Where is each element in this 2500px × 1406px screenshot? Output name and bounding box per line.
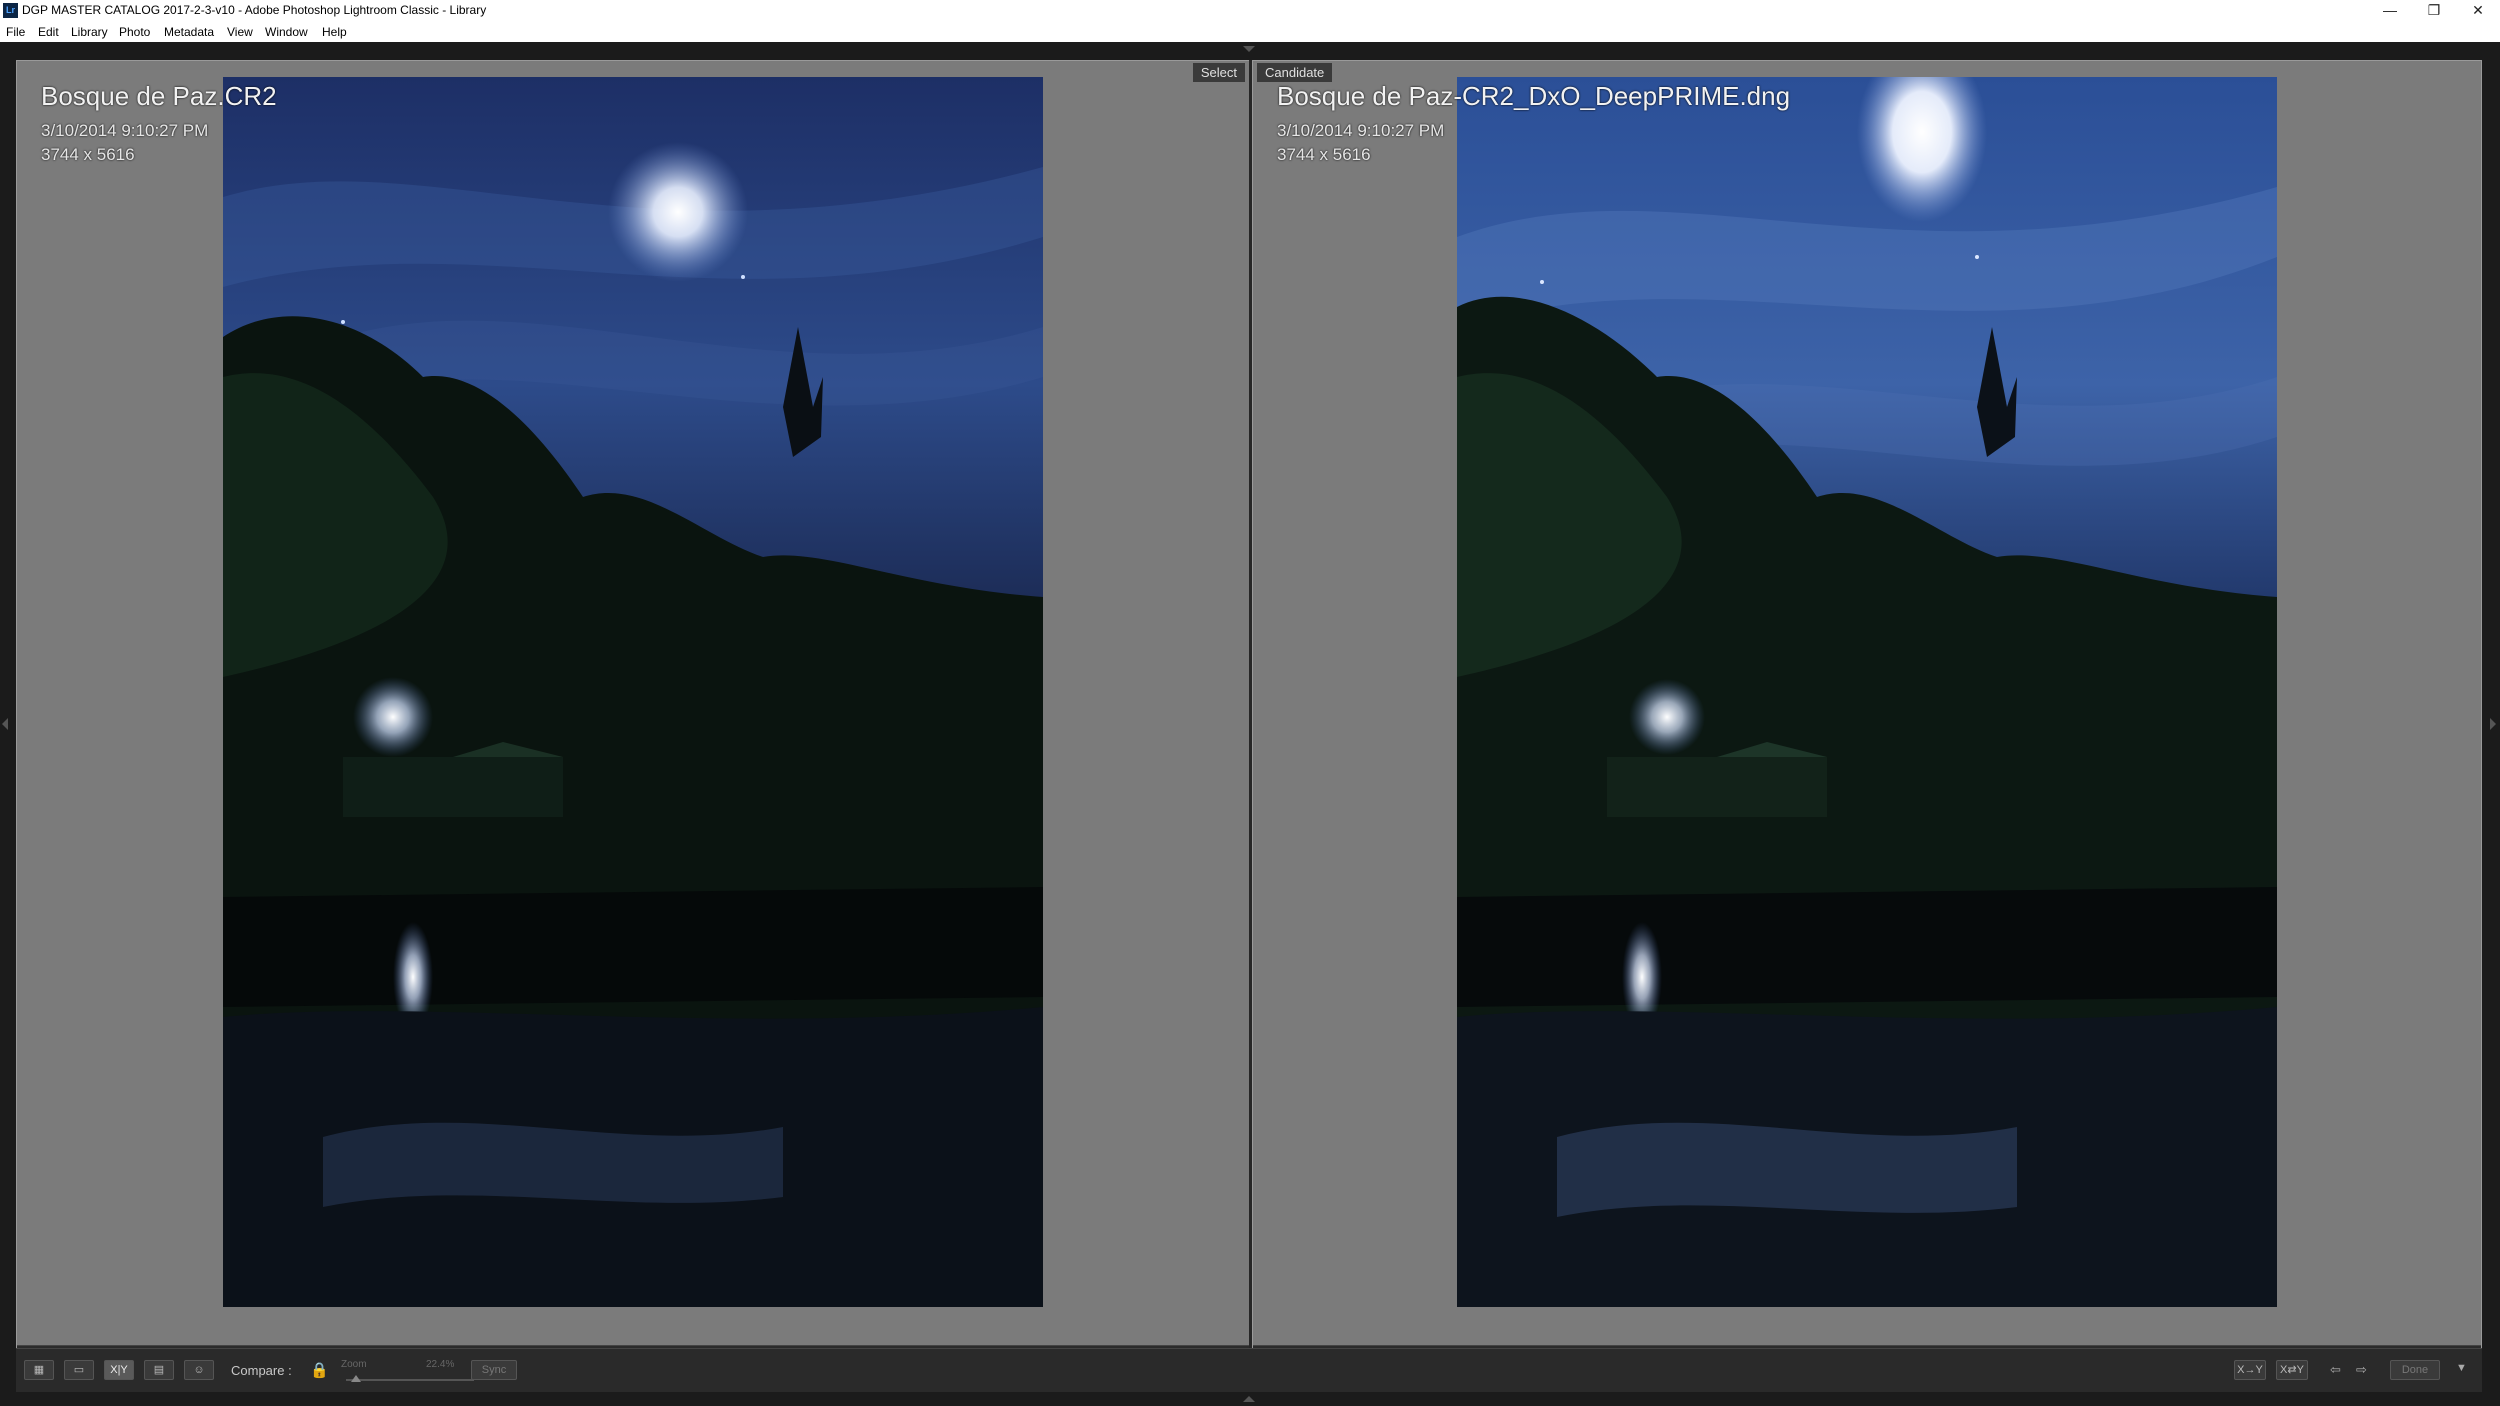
sync-button[interactable]: Sync bbox=[471, 1360, 517, 1380]
done-button[interactable]: Done bbox=[2390, 1360, 2440, 1380]
next-arrow-icon[interactable]: ⇨ bbox=[2356, 1362, 2367, 1378]
library-toolbar: ▦ ▭ X|Y ▤ ☺ Compare : 🔒 Zoom 22.4% Sync … bbox=[16, 1348, 2482, 1392]
top-panel-toggle-icon[interactable] bbox=[1243, 46, 1255, 52]
previous-arrow-icon[interactable]: ⇦ bbox=[2330, 1362, 2341, 1378]
people-view-icon[interactable]: ☺ bbox=[184, 1360, 214, 1380]
zoom-value: 22.4% bbox=[426, 1359, 455, 1370]
candidate-datetime: 3/10/2014 9:10:27 PM bbox=[1277, 121, 1445, 140]
select-pane[interactable]: Bosque de Paz.CR2 3/10/2014 9:10:27 PM 3… bbox=[16, 60, 1250, 1368]
select-label: Select bbox=[1192, 63, 1245, 82]
compare-view: Bosque de Paz.CR2 3/10/2014 9:10:27 PM 3… bbox=[0, 42, 2500, 1406]
zoom-slider-track[interactable] bbox=[346, 1379, 474, 1381]
minimize-icon[interactable]: — bbox=[2368, 0, 2412, 22]
close-icon[interactable]: ✕ bbox=[2456, 0, 2500, 22]
left-panel-toggle-icon[interactable] bbox=[2, 718, 8, 730]
candidate-dimensions: 3744 x 5616 bbox=[1277, 145, 1371, 164]
menu-view[interactable]: View bbox=[227, 25, 253, 39]
window-title: DGP MASTER CATALOG 2017-2-3-v10 - Adobe … bbox=[22, 3, 487, 17]
right-panel-toggle-icon[interactable] bbox=[2490, 718, 2496, 730]
restore-icon[interactable]: ❐ bbox=[2412, 0, 2456, 22]
zoom-slider-thumb[interactable] bbox=[351, 1375, 361, 1382]
swap-icon[interactable]: X⇄Y bbox=[2276, 1360, 2308, 1380]
menu-help[interactable]: Help bbox=[322, 25, 347, 39]
menu-bar: File Edit Library Photo Metadata View Wi… bbox=[0, 22, 2500, 42]
menu-window[interactable]: Window bbox=[265, 25, 308, 39]
select-filename: Bosque de Paz.CR2 bbox=[41, 81, 277, 111]
select-datetime: 3/10/2014 9:10:27 PM bbox=[41, 121, 209, 140]
menu-library[interactable]: Library bbox=[71, 25, 108, 39]
filmstrip-toggle-icon[interactable] bbox=[1243, 1396, 1255, 1402]
candidate-photo[interactable] bbox=[1457, 77, 2277, 1307]
loupe-view-icon[interactable]: ▭ bbox=[64, 1360, 94, 1380]
night-forest-photo-original bbox=[223, 77, 1043, 1307]
select-photo[interactable] bbox=[223, 77, 1043, 1307]
menu-photo[interactable]: Photo bbox=[119, 25, 150, 39]
make-select-icon[interactable]: X→Y bbox=[2234, 1360, 2266, 1380]
zoom-label: Zoom bbox=[341, 1359, 367, 1370]
night-forest-photo-denoised bbox=[1457, 77, 2277, 1307]
candidate-filename: Bosque de Paz-CR2_DxO_DeepPRIME.dng bbox=[1277, 81, 1791, 111]
candidate-label: Candidate bbox=[1257, 63, 1333, 82]
toolbar-options-icon[interactable]: ▼ bbox=[2456, 1362, 2467, 1374]
compare-view-icon[interactable]: X|Y bbox=[104, 1360, 134, 1380]
menu-file[interactable]: File bbox=[6, 25, 25, 39]
candidate-pane[interactable]: Bosque de Paz-CR2_DxO_DeepPRIME.dng 3/10… bbox=[1252, 60, 2482, 1368]
grid-view-icon[interactable]: ▦ bbox=[24, 1360, 54, 1380]
lightroom-window: Lr DGP MASTER CATALOG 2017-2-3-v10 - Ado… bbox=[0, 0, 2500, 1406]
lightroom-app-icon: Lr bbox=[3, 3, 18, 18]
title-bar: Lr DGP MASTER CATALOG 2017-2-3-v10 - Ado… bbox=[0, 0, 2500, 22]
select-dimensions: 3744 x 5616 bbox=[41, 145, 135, 164]
survey-view-icon[interactable]: ▤ bbox=[144, 1360, 174, 1380]
menu-metadata[interactable]: Metadata bbox=[164, 25, 214, 39]
menu-edit[interactable]: Edit bbox=[38, 25, 59, 39]
lock-icon[interactable]: 🔒 bbox=[310, 1361, 329, 1379]
compare-label: Compare : bbox=[231, 1363, 292, 1378]
